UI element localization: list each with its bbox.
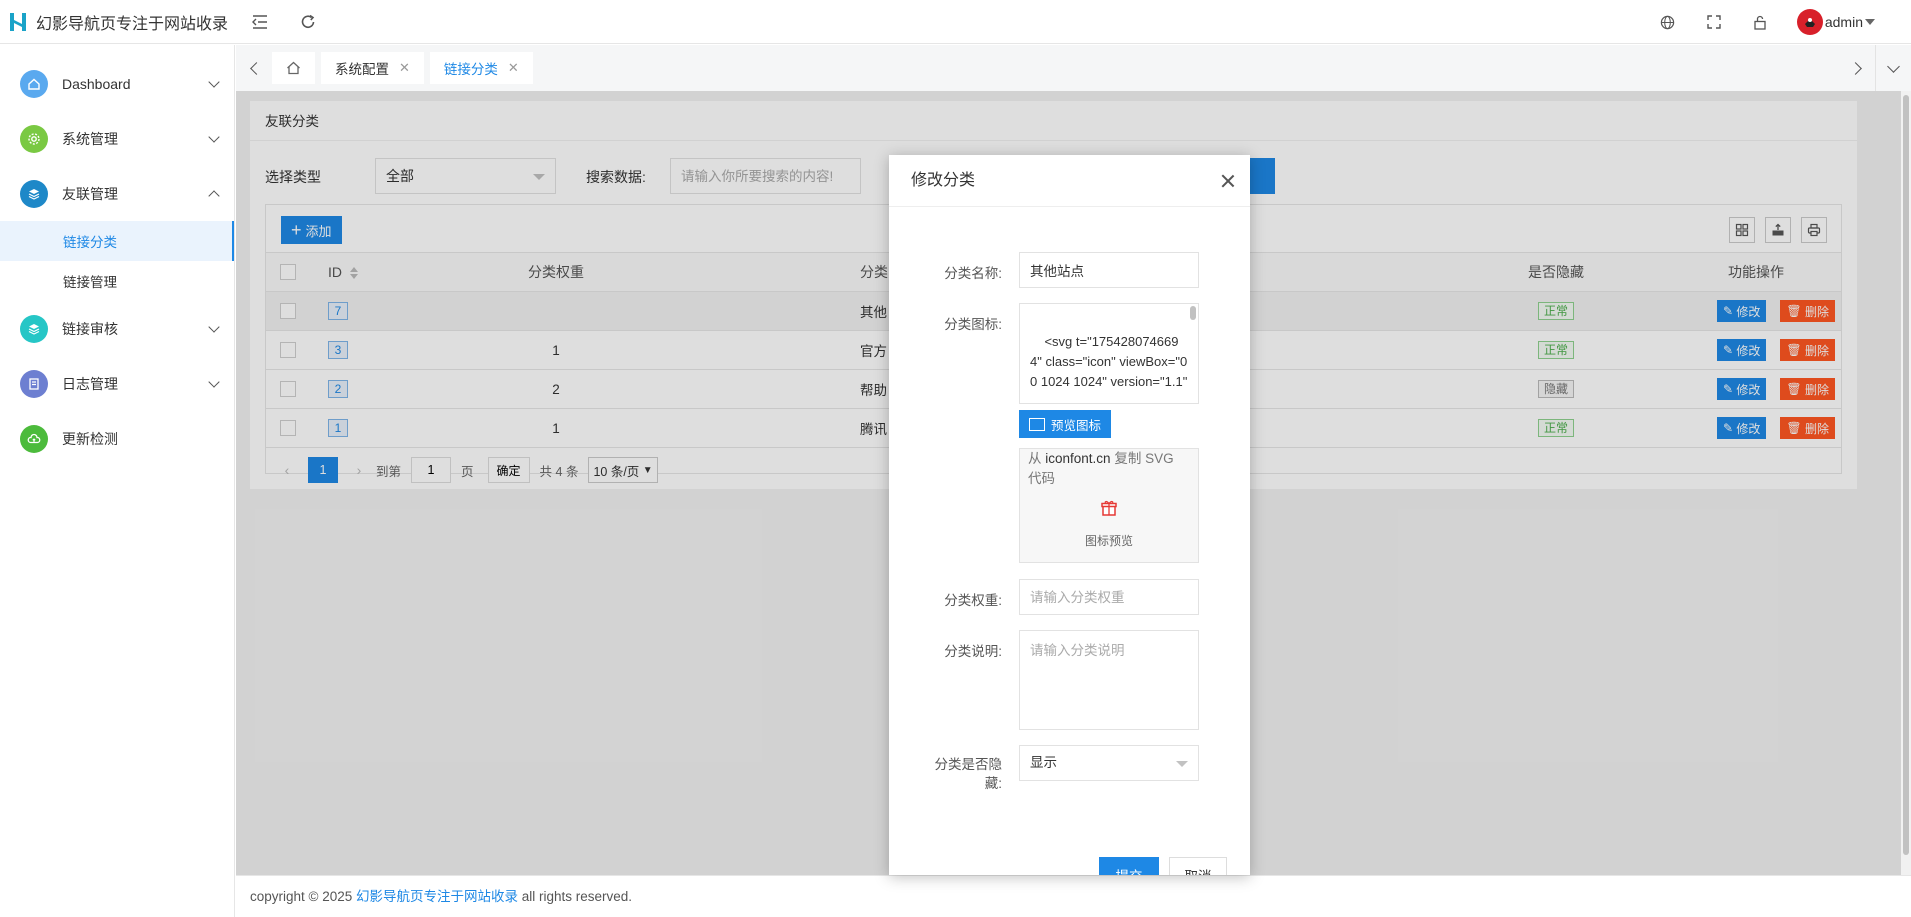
chevron-left-icon xyxy=(249,61,263,75)
tab-home[interactable] xyxy=(272,52,315,84)
lock-icon xyxy=(1754,15,1766,30)
hide-label: 分类是否隐 藏: xyxy=(934,757,1003,791)
top-header: 幻影导航页专注于网站收录 admin xyxy=(0,0,1911,44)
tab-menu-button[interactable] xyxy=(1875,45,1911,91)
cancel-button[interactable]: 取消 xyxy=(1169,857,1227,875)
page-scrollbar[interactable] xyxy=(1901,91,1911,875)
user-menu[interactable]: admin xyxy=(1796,9,1875,35)
sidebar-item-review[interactable]: 链接审核 xyxy=(0,301,234,356)
textarea-scrollbar-thumb[interactable] xyxy=(1190,306,1196,320)
sidebar-item-update[interactable]: 更新检测 xyxy=(0,411,234,466)
weight-label: 分类权重: xyxy=(944,593,1002,608)
hide-select-value: 显示 xyxy=(1030,755,1057,770)
username: admin xyxy=(1824,14,1863,30)
submit-button[interactable]: 提交 xyxy=(1099,857,1159,875)
icon-preview-box: 从 iconfont.cn 复制 SVG 代码 图标预览 xyxy=(1019,448,1199,563)
category-name-input[interactable] xyxy=(1019,252,1199,288)
sidebar-item-label: 链接审核 xyxy=(62,320,118,337)
home-icon xyxy=(20,69,48,98)
layers-icon xyxy=(20,179,48,208)
dropdown-arrow-icon xyxy=(1176,761,1188,767)
avatar xyxy=(1796,9,1823,35)
menu-fold-icon xyxy=(252,14,267,29)
chevron-down-icon xyxy=(208,76,220,88)
chevron-down-icon xyxy=(208,321,220,333)
tab-label: 系统配置 xyxy=(335,62,389,77)
caret-down-icon xyxy=(1865,19,1875,25)
modal-title: 修改分类 xyxy=(911,172,976,189)
tab-scroll-right-button[interactable] xyxy=(1839,45,1875,91)
tab-link-category[interactable]: 链接分类 ✕ xyxy=(429,52,533,84)
category-desc-textarea[interactable] xyxy=(1019,630,1199,730)
fullscreen-button[interactable] xyxy=(1691,0,1737,44)
name-label: 分类名称: xyxy=(944,266,1002,281)
home-icon xyxy=(287,61,300,75)
sidebar-item-label: 更新检测 xyxy=(62,430,118,447)
chevron-down-icon xyxy=(208,376,220,388)
sidebar-item-links[interactable]: 友联管理 xyxy=(0,166,234,221)
log-icon xyxy=(20,369,48,398)
image-icon xyxy=(1029,417,1045,431)
tab-bar: 系统配置 ✕ 链接分类 ✕ xyxy=(236,45,1911,91)
lock-screen-button[interactable] xyxy=(1737,0,1783,44)
edit-category-modal: 修改分类 分类名称: 分类图标: <svg t="1754280746694" … xyxy=(889,155,1250,875)
footer-suffix: all rights reserved. xyxy=(518,889,633,904)
modal-header: 修改分类 xyxy=(889,155,1250,207)
chevron-right-icon xyxy=(1848,61,1862,75)
desc-label: 分类说明: xyxy=(944,644,1002,659)
preview-button-label: 预览图标 xyxy=(1051,418,1102,433)
chevron-up-icon xyxy=(208,190,220,202)
sidebar-item-label: 系统管理 xyxy=(62,130,118,147)
icon-hint: 从 iconfont.cn 复制 SVG 代码 xyxy=(1028,451,1174,486)
icon-svg-code: <svg t="1754280746694" class="icon" view… xyxy=(1030,334,1191,389)
sidebar-item-label: Dashboard xyxy=(62,75,131,92)
footer-copyright: copyright © 2025 xyxy=(250,889,357,904)
icon-svg-textarea[interactable]: <svg t="1754280746694" class="icon" view… xyxy=(1019,303,1199,404)
hint-site: iconfont.cn xyxy=(1045,451,1111,466)
sidebar-item-system[interactable]: 系统管理 xyxy=(0,111,234,166)
tab-label: 链接分类 xyxy=(443,62,498,77)
sidebar-sub-link-category[interactable]: 链接分类 xyxy=(0,221,234,261)
category-weight-input[interactable] xyxy=(1019,579,1199,615)
refresh-icon xyxy=(301,14,315,28)
cloud-icon xyxy=(20,424,48,453)
gift-icon xyxy=(1100,499,1118,523)
hide-select[interactable]: 显示 xyxy=(1019,745,1199,781)
app-title: 幻影导航页专注于网站收录 xyxy=(36,15,229,33)
fullscreen-icon xyxy=(1707,15,1721,29)
sidebar-item-dashboard[interactable]: Dashboard xyxy=(0,56,234,111)
toggle-sidebar-button[interactable] xyxy=(236,0,284,44)
chevron-down-icon xyxy=(208,131,220,143)
sidebar: Dashboard 系统管理 友联管理 链接分类 链接管理 链接审核 日志管理 xyxy=(0,45,235,917)
sidebar-item-logs[interactable]: 日志管理 xyxy=(0,356,234,411)
chevron-down-icon xyxy=(1887,59,1900,73)
refresh-button[interactable] xyxy=(284,0,332,44)
close-icon[interactable]: ✕ xyxy=(508,60,519,76)
close-icon[interactable] xyxy=(1220,173,1236,189)
tab-system-config[interactable]: 系统配置 ✕ xyxy=(321,52,424,84)
globe-icon xyxy=(1661,15,1675,29)
footer: copyright © 2025 幻影导航页专注于网站收录 all rights… xyxy=(236,875,1911,917)
icon-label: 分类图标: xyxy=(944,317,1002,332)
avatar-icon xyxy=(1804,18,1815,27)
close-icon[interactable]: ✕ xyxy=(399,60,410,76)
gear-icon xyxy=(20,124,48,153)
logo[interactable]: 幻影导航页专注于网站收录 xyxy=(0,10,236,34)
footer-link[interactable]: 幻影导航页专注于网站收录 xyxy=(356,889,518,904)
tab-scroll-left-button[interactable] xyxy=(236,45,272,91)
preview-icon-button[interactable]: 预览图标 xyxy=(1019,410,1112,438)
scrollbar-thumb[interactable] xyxy=(1903,95,1909,855)
sidebar-sub-link-manage[interactable]: 链接管理 xyxy=(0,261,234,301)
icon-preview-label: 图标预览 xyxy=(1084,534,1133,548)
sidebar-item-label: 友联管理 xyxy=(62,185,118,202)
language-button[interactable] xyxy=(1645,0,1691,44)
layers-icon xyxy=(20,314,48,343)
logo-icon xyxy=(10,12,26,31)
sidebar-item-label: 日志管理 xyxy=(62,375,118,392)
